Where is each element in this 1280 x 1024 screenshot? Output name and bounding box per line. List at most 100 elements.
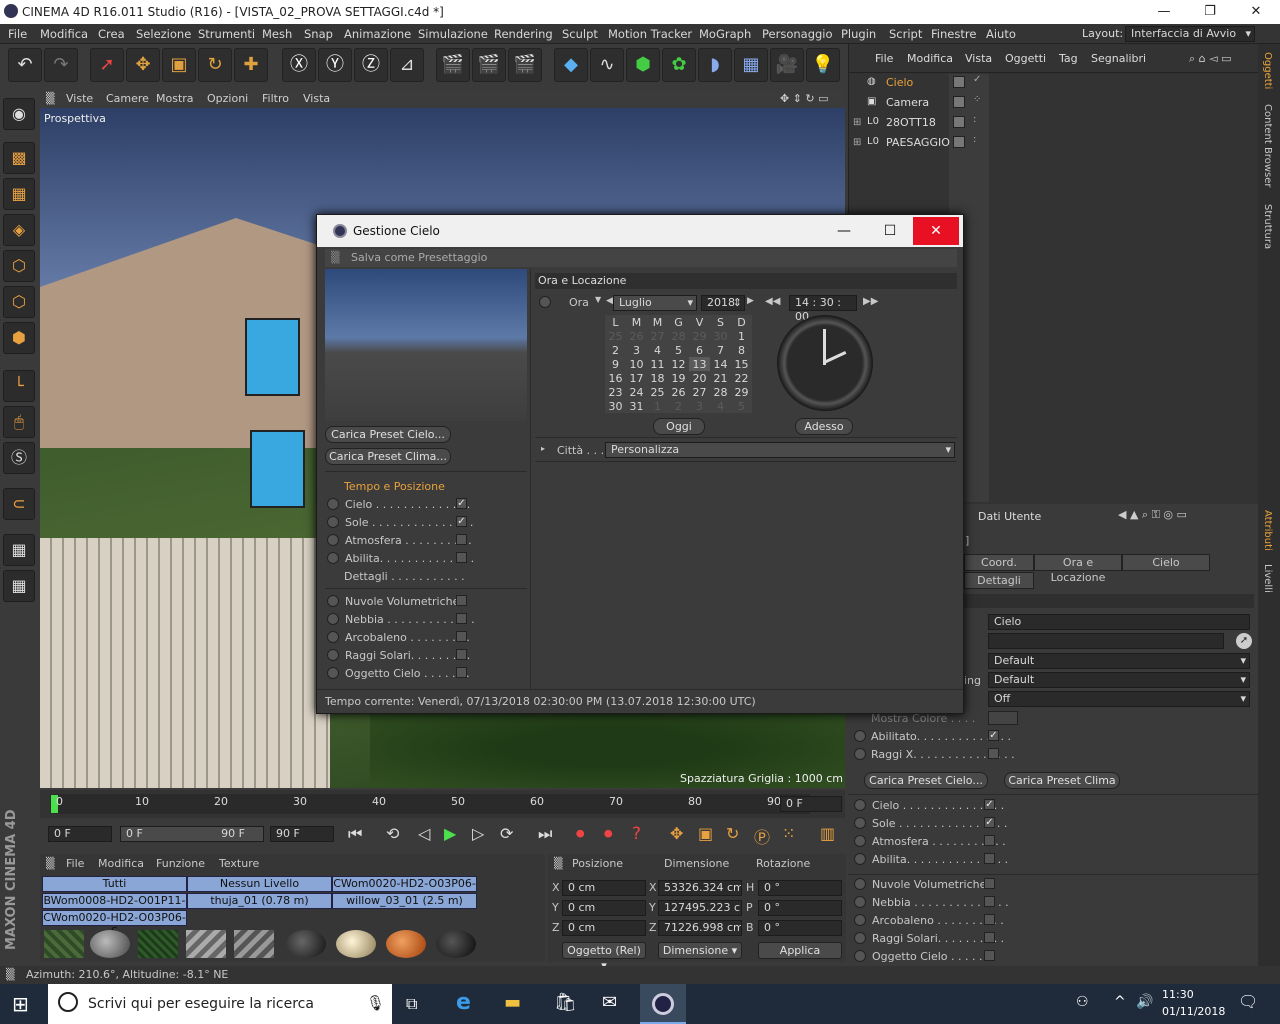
material-1[interactable] (44, 930, 84, 958)
attr-link-field[interactable] (988, 633, 1224, 649)
rotation-field-0[interactable]: 0 ° (758, 880, 842, 896)
menu-14[interactable]: Plugin (841, 27, 876, 41)
menu-6[interactable]: Snap (304, 27, 333, 41)
array-icon[interactable]: ✿ (662, 48, 696, 82)
windows-start-icon[interactable]: ⊞ (12, 992, 29, 1016)
attr-dropdown-3[interactable]: Off ▾ (988, 691, 1250, 707)
maximize-icon[interactable]: ❐ (1187, 0, 1233, 24)
cube-icon[interactable]: ◆ (554, 48, 588, 82)
attr-name-field[interactable]: Cielo (988, 614, 1250, 630)
cal-day[interactable]: 27 (689, 385, 710, 399)
material-2[interactable] (90, 930, 130, 958)
object-tag-icon[interactable] (953, 76, 965, 88)
attr-opt2-checkbox-4[interactable] (984, 950, 995, 961)
object-tag-icon[interactable] (953, 136, 965, 148)
rotation-field-1[interactable]: 0 ° (758, 900, 842, 916)
prev-frame-icon[interactable]: ◁ (418, 824, 430, 843)
render-view-icon[interactable]: 🎬 (436, 48, 470, 82)
play-icon[interactable]: ▶ (444, 824, 456, 843)
menu-filtro[interactable]: Filtro (262, 92, 289, 105)
coordinate-system-icon[interactable]: ⊿ (390, 48, 424, 82)
cal-day[interactable]: 19 (668, 371, 689, 385)
object-search-icon[interactable]: ⌕ ⌂ ◅ ▭ (1189, 52, 1232, 66)
cal-day[interactable]: 24 (626, 385, 647, 399)
keyframe-help-icon[interactable]: ? (632, 824, 641, 844)
model-mode-icon[interactable]: ▩ (3, 142, 35, 174)
spline-icon[interactable]: ∿ (590, 48, 624, 82)
polygons-mode-icon[interactable]: ⬢ (3, 322, 35, 354)
cal-day[interactable]: 28 (710, 385, 731, 399)
z-axis-icon[interactable]: Ⓩ (354, 48, 388, 82)
ora-radio[interactable] (539, 296, 551, 308)
layer-tag-nessun[interactable]: Nessun Livello (187, 876, 332, 892)
layer-tag-cwom-2[interactable]: CWom0020-HD2-O03P06-S (42, 910, 187, 938)
dialog-opt1-checkbox-0[interactable]: ✓ (456, 498, 467, 509)
oggi-button[interactable]: Oggi (653, 418, 705, 435)
mat-menu-file[interactable]: File (66, 857, 84, 870)
cal-day[interactable]: 29 (731, 385, 752, 399)
layout-select[interactable]: Interfaccia di Avvio ▾ (1125, 26, 1255, 42)
undo-icon[interactable]: ↶ (8, 48, 42, 82)
scale-icon[interactable]: ▣ (162, 48, 196, 82)
cal-day[interactable]: 8 (731, 343, 752, 357)
cal-day[interactable]: 1 (731, 329, 752, 343)
store-icon[interactable]: 🛍 (554, 992, 577, 1013)
coord-size-select[interactable]: Dimensione ▾ (658, 942, 742, 959)
visibility-dots-icon[interactable]: ✓ (973, 74, 981, 85)
menu-vista[interactable]: Vista (303, 92, 330, 105)
dialog-opt1-checkbox-3[interactable] (456, 552, 467, 563)
attr-opt1-radio-2[interactable] (854, 835, 866, 847)
cal-day[interactable]: 25 (647, 385, 668, 399)
frame-range-slider[interactable]: 0 F 90 F (120, 826, 264, 842)
edge-icon[interactable]: e (456, 990, 471, 1015)
layer-tag-tutti[interactable]: Tutti (42, 876, 187, 892)
nurbs-icon[interactable]: ⬢ (626, 48, 660, 82)
attr-dropdown-1[interactable]: Default ▾ (988, 653, 1250, 669)
cal-day[interactable]: 15 (731, 357, 752, 371)
material-4[interactable] (186, 930, 226, 958)
attr-tab-coord[interactable]: Coord. (964, 554, 1034, 571)
cal-day[interactable]: 31 (626, 399, 647, 413)
mat-menu-funzione[interactable]: Funzione (156, 857, 205, 870)
year-field[interactable]: 2018 ⇕ (701, 295, 745, 311)
cal-day[interactable]: 21 (710, 371, 731, 385)
menu-11[interactable]: Motion Tracker (608, 27, 692, 41)
cal-day[interactable]: 3 (626, 343, 647, 357)
menu-2[interactable]: Crea (98, 27, 125, 41)
side-tab-struttura[interactable]: Struttura (1262, 204, 1273, 249)
timeline[interactable]: 0 10 20 30 40 50 60 70 80 90 0 F (40, 790, 845, 818)
timeline-window-icon[interactable]: ▥ (820, 824, 835, 843)
menu-camere[interactable]: Camere (106, 92, 149, 105)
menu-8[interactable]: Simulazione (418, 27, 488, 41)
menu-viste[interactable]: Viste (66, 92, 93, 105)
file-explorer-icon[interactable]: ▬ (504, 992, 521, 1013)
object-menu-5[interactable]: Segnalibri (1091, 52, 1146, 65)
material-3[interactable] (138, 930, 178, 958)
attr-opt2-checkbox-3[interactable] (984, 932, 995, 943)
cal-day[interactable]: 4 (710, 399, 731, 413)
texture-mode-icon[interactable]: ▦ (3, 178, 35, 210)
move-icon[interactable]: ✥ (126, 48, 160, 82)
dialog-opt2-checkbox-4[interactable] (456, 667, 467, 678)
cal-day[interactable]: 1 (647, 399, 668, 413)
layer-tag-willow[interactable]: willow_03_01 (2.5 m) (332, 893, 477, 909)
current-frame-field[interactable]: 0 F (780, 796, 842, 812)
grid-lock-icon[interactable]: ▦ (3, 534, 35, 566)
x-axis-icon[interactable]: Ⓧ (282, 48, 316, 82)
object-menu-4[interactable]: Tag (1059, 52, 1078, 65)
redo-icon[interactable]: ↷ (44, 48, 78, 82)
clock-date[interactable]: 01/11/2018 (1162, 1005, 1225, 1018)
cal-day[interactable]: 5 (731, 399, 752, 413)
go-to-start-icon[interactable]: ⏮ (348, 824, 362, 844)
expand-icon[interactable]: ⊞ (853, 117, 861, 128)
make-editable-icon[interactable]: ◉ (3, 98, 35, 130)
expand-icon[interactable]: ⊞ (853, 137, 861, 148)
dialog-opt2-radio-1[interactable] (327, 613, 339, 625)
menu-17[interactable]: Aiuto (986, 27, 1016, 41)
next-frame-icon[interactable]: ▷ (472, 824, 484, 843)
microphone-icon[interactable]: 🎙 (366, 994, 385, 1012)
dialog-opt2-radio-4[interactable] (327, 667, 339, 679)
menu-9[interactable]: Rendering (494, 27, 553, 41)
record-icon[interactable]: ⏺ (576, 824, 585, 844)
mat-menu-modifica[interactable]: Modifica (98, 857, 144, 870)
